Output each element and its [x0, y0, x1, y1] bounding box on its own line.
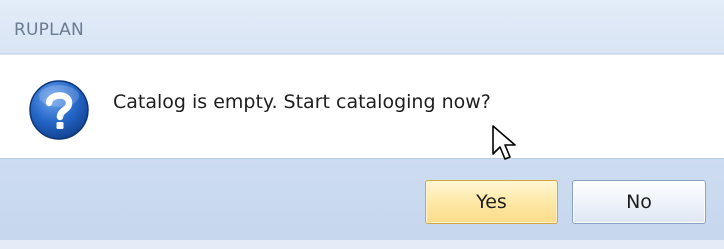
window-bottom-edge [0, 240, 724, 249]
title-bar[interactable]: RUPLAN [0, 0, 724, 54]
message-dialog: RUPLAN Catalog is empty. Start catalogin… [0, 0, 724, 249]
yes-button[interactable]: Yes [425, 180, 558, 224]
dialog-content: Catalog is empty. Start cataloging now? [0, 55, 724, 158]
button-bar: Yes No [0, 158, 724, 240]
mouse-pointer-icon [492, 125, 516, 160]
dialog-message: Catalog is empty. Start cataloging now? [113, 91, 491, 113]
no-button[interactable]: No [572, 180, 706, 224]
window-title: RUPLAN [14, 20, 84, 40]
question-icon [29, 80, 89, 140]
